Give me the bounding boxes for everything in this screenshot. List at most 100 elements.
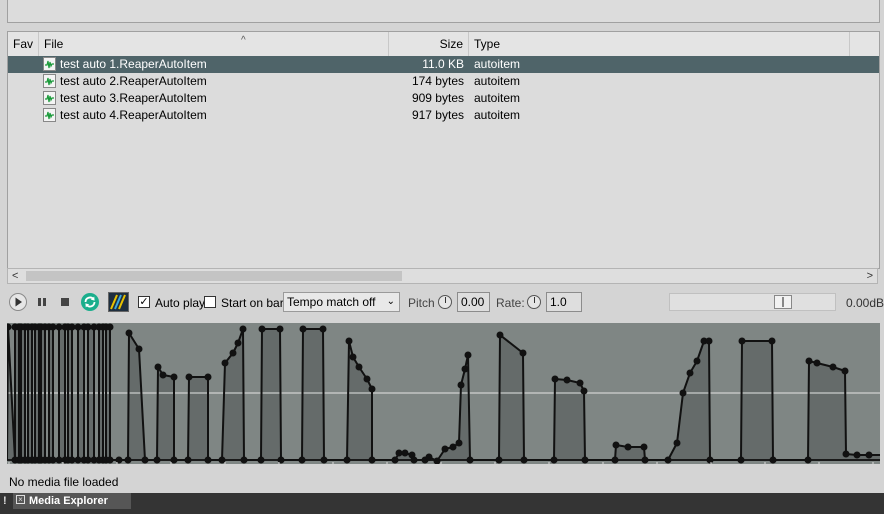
envelope-point[interactable] (355, 363, 363, 371)
column-header-type[interactable]: Type (469, 32, 850, 56)
envelope-point[interactable] (829, 363, 837, 371)
envelope-point[interactable] (218, 456, 226, 464)
envelope-point[interactable] (106, 456, 114, 464)
envelope-point[interactable] (425, 453, 433, 461)
envelope-point[interactable] (49, 323, 57, 331)
envelope-point[interactable] (455, 439, 463, 447)
envelope-point[interactable] (68, 456, 76, 464)
envelope-point[interactable] (519, 349, 527, 357)
envelope-point[interactable] (813, 359, 821, 367)
envelope-point[interactable] (520, 456, 528, 464)
envelope-point[interactable] (153, 456, 161, 464)
volume-slider-thumb[interactable] (774, 295, 792, 309)
envelope-point[interactable] (345, 337, 353, 345)
envelope-point[interactable] (319, 325, 327, 333)
envelope-point[interactable] (124, 456, 132, 464)
envelope-point[interactable] (276, 325, 284, 333)
column-header-file[interactable]: File ^ (39, 32, 389, 56)
envelope-point[interactable] (298, 456, 306, 464)
envelope-point[interactable] (624, 443, 632, 451)
envelope-point[interactable] (611, 456, 619, 464)
envelope-point[interactable] (84, 323, 92, 331)
file-row[interactable]: test auto 2.ReaperAutoItem 174 bytes autoi… (8, 73, 879, 90)
envelope-point[interactable] (239, 325, 247, 333)
envelope-point[interactable] (737, 456, 745, 464)
envelope-point[interactable] (68, 323, 76, 331)
envelope-point[interactable] (401, 449, 409, 457)
envelope-point[interactable] (185, 373, 193, 381)
envelope-point[interactable] (457, 381, 465, 389)
scrollbar-thumb[interactable] (26, 271, 402, 281)
volume-slider[interactable] (669, 293, 836, 311)
envelope-point[interactable] (391, 456, 399, 464)
envelope-point[interactable] (640, 443, 648, 451)
envelope-point[interactable] (204, 456, 212, 464)
envelope-point[interactable] (368, 385, 376, 393)
envelope-point[interactable] (204, 373, 212, 381)
envelope-point[interactable] (170, 373, 178, 381)
pitch-input[interactable]: 0.00 (457, 292, 490, 312)
envelope-point[interactable] (441, 445, 449, 453)
envelope-point[interactable] (705, 337, 713, 345)
envelope-point[interactable] (693, 357, 701, 365)
envelope-point[interactable] (320, 456, 328, 464)
envelope-point[interactable] (853, 451, 861, 459)
envelope-point[interactable] (55, 323, 63, 331)
envelope-point[interactable] (184, 456, 192, 464)
envelope-point[interactable] (461, 365, 469, 373)
envelope-point[interactable] (343, 456, 351, 464)
envelope-point[interactable] (258, 325, 266, 333)
envelope-point[interactable] (768, 337, 776, 345)
auto-play-checkbox[interactable]: ✓ (138, 296, 150, 308)
envelope-point[interactable] (257, 456, 265, 464)
horizontal-scrollbar[interactable]: < > (7, 268, 878, 284)
rate-input[interactable]: 1.0 (546, 292, 582, 312)
scroll-right-arrow-icon[interactable]: > (867, 269, 873, 283)
envelope-point[interactable] (576, 379, 584, 387)
tempo-match-select[interactable]: Tempo match off ⌄ (283, 292, 400, 312)
play-button[interactable] (8, 292, 28, 312)
pitch-knob[interactable] (438, 295, 452, 309)
envelope-point[interactable] (464, 351, 472, 359)
envelope-point[interactable] (410, 456, 418, 464)
envelope-point[interactable] (804, 456, 812, 464)
envelope-point[interactable] (349, 353, 357, 361)
envelope-point[interactable] (842, 450, 850, 458)
envelope-point[interactable] (49, 456, 57, 464)
column-header-fav[interactable]: Fav (8, 32, 39, 56)
envelope-point[interactable] (706, 456, 714, 464)
envelope-point[interactable] (141, 456, 149, 464)
envelope-point[interactable] (679, 389, 687, 397)
envelope-point[interactable] (612, 441, 620, 449)
envelope-point[interactable] (738, 337, 746, 345)
envelope-point[interactable] (221, 359, 229, 367)
envelope-point[interactable] (74, 323, 82, 331)
envelope-point[interactable] (466, 456, 474, 464)
envelope-point[interactable] (55, 456, 63, 464)
file-row[interactable]: test auto 3.ReaperAutoItem 909 bytes autoi… (8, 90, 879, 107)
envelope-point[interactable] (170, 456, 178, 464)
envelope-point[interactable] (841, 367, 849, 375)
media-explorer-tab[interactable]: × Media Explorer (13, 493, 131, 509)
envelope-point[interactable] (664, 456, 672, 464)
envelope-point[interactable] (865, 451, 873, 459)
envelope-point[interactable] (74, 456, 82, 464)
envelope-point[interactable] (581, 456, 589, 464)
envelope-point[interactable] (125, 329, 133, 337)
envelope-point[interactable] (84, 456, 92, 464)
scroll-left-arrow-icon[interactable]: < (12, 269, 18, 283)
envelope-point[interactable] (135, 345, 143, 353)
envelope-point[interactable] (769, 456, 777, 464)
envelope-point[interactable] (229, 349, 237, 357)
envelope-point[interactable] (159, 371, 167, 379)
file-list[interactable]: Fav File ^ Size Type test auto 1.ReaperA… (7, 31, 880, 269)
envelope-point[interactable] (496, 331, 504, 339)
envelope-point[interactable] (234, 339, 242, 347)
start-on-bar-checkbox[interactable] (204, 296, 216, 308)
envelope-point[interactable] (106, 323, 114, 331)
envelope-point[interactable] (805, 357, 813, 365)
peaks-button[interactable] (108, 292, 129, 312)
column-header-size[interactable]: Size (389, 32, 469, 56)
automation-preview[interactable] (7, 323, 880, 464)
loop-button[interactable] (80, 292, 100, 312)
